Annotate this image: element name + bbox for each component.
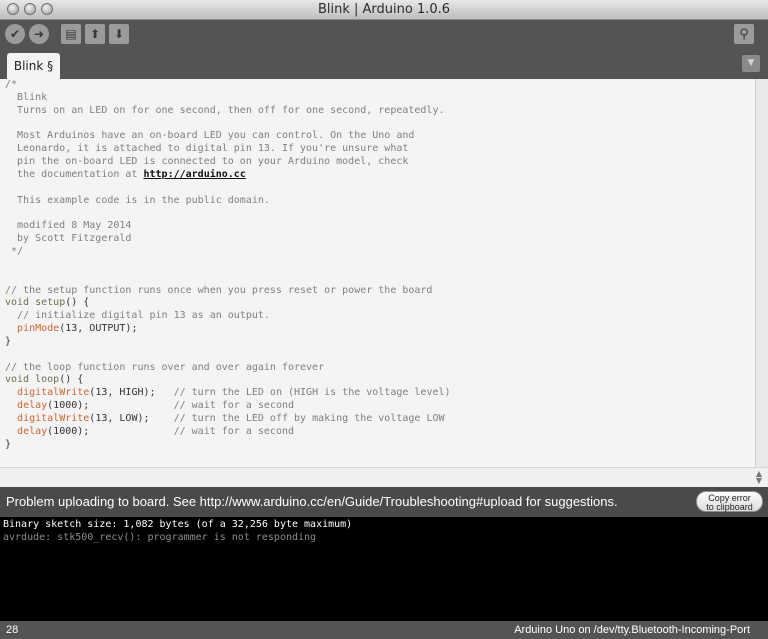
document-icon: ▤ — [65, 27, 77, 41]
console-output[interactable]: Binary sketch size: 1,082 bytes (of a 32… — [0, 517, 768, 621]
editor-scrollbar[interactable] — [755, 79, 768, 467]
toolbar: ✔ ➜ ▤ ⬆ ⬇ ⚲ — [0, 20, 768, 49]
line-number: 28 — [6, 624, 19, 636]
check-icon: ✔ — [9, 27, 21, 41]
console-divider[interactable]: ▲ ▼ — [0, 467, 768, 487]
chevron-down-icon: ▼ — [747, 58, 755, 68]
save-button[interactable]: ⬇ — [109, 24, 129, 44]
status-bar: Problem uploading to board. See http://w… — [0, 487, 768, 517]
tab-blink[interactable]: Blink § — [7, 53, 60, 79]
code-text[interactable]: /* Blink Turns on an LED on for one seco… — [5, 79, 451, 451]
tab-bar: Blink § ▼ — [0, 49, 768, 79]
title-bar: Blink | Arduino 1.0.6 — [0, 0, 768, 20]
copy-error-button[interactable]: Copy error to clipboard — [696, 491, 763, 512]
arrow-right-icon: ➜ — [33, 27, 45, 41]
console-line: Binary sketch size: 1,082 bytes (of a 32… — [3, 519, 353, 530]
documentation-link[interactable]: http://arduino.cc — [143, 169, 245, 180]
new-button[interactable]: ▤ — [61, 24, 81, 44]
console-line: avrdude: stk500_recv(): programmer is no… — [3, 532, 317, 543]
magnifier-icon: ⚲ — [739, 26, 749, 42]
copy-error-label-2: to clipboard — [706, 502, 753, 512]
board-info: Arduino Uno on /dev/tty.Bluetooth-Incomi… — [514, 624, 750, 636]
open-button[interactable]: ⬆ — [85, 24, 105, 44]
serial-monitor-button[interactable]: ⚲ — [734, 24, 754, 44]
upload-button[interactable]: ➜ — [29, 24, 49, 44]
code-editor[interactable]: /* Blink Turns on an LED on for one seco… — [0, 79, 755, 467]
arrow-up-icon: ⬆ — [89, 27, 101, 41]
window-title: Blink | Arduino 1.0.6 — [317, 2, 451, 17]
status-message: Problem uploading to board. See http://w… — [6, 494, 618, 509]
arrow-down-icon: ⬇ — [113, 27, 125, 41]
tab-menu-button[interactable]: ▼ — [742, 55, 760, 72]
footer-bar: 28 Arduino Uno on /dev/tty.Bluetooth-Inc… — [0, 621, 768, 639]
divider-arrows-icon[interactable]: ▲ ▼ — [756, 470, 762, 485]
verify-button[interactable]: ✔ — [5, 24, 25, 44]
